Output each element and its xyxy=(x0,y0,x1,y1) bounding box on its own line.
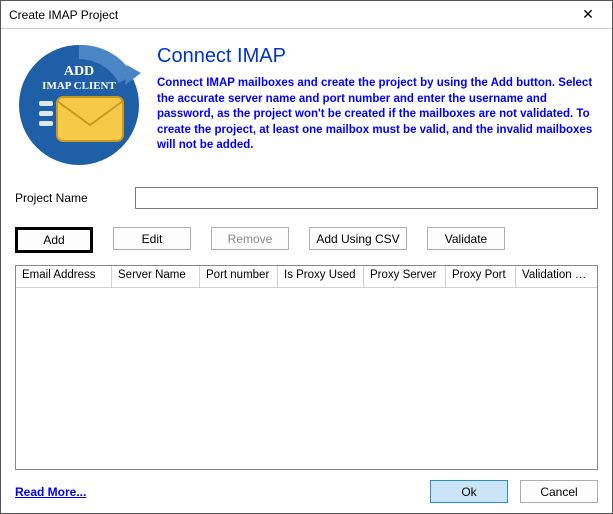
edit-button-label: Edit xyxy=(142,232,163,246)
add-button[interactable]: Add xyxy=(15,227,93,253)
close-icon: ✕ xyxy=(582,6,594,23)
window-title: Create IMAP Project xyxy=(9,8,118,22)
project-name-row: Project Name xyxy=(15,187,598,209)
action-button-row: Add Edit Remove Add Using CSV Validate xyxy=(15,227,598,253)
col-server-name[interactable]: Server Name xyxy=(112,266,200,287)
page-title: Connect IMAP xyxy=(157,45,598,68)
dialog-window: Create IMAP Project ✕ ADD IMAP CLIENT xyxy=(0,0,613,514)
validate-button-label: Validate xyxy=(445,232,487,246)
header-row: ADD IMAP CLIENT Connect IMAP Connect IMA… xyxy=(15,41,598,169)
ok-button-label: Ok xyxy=(461,485,476,499)
footer-buttons: Ok Cancel xyxy=(430,480,598,503)
col-port-number[interactable]: Port number xyxy=(200,266,278,287)
col-proxy-server[interactable]: Proxy Server xyxy=(364,266,446,287)
remove-button-label: Remove xyxy=(228,232,273,246)
header-text: Connect IMAP Connect IMAP mailboxes and … xyxy=(157,41,598,169)
add-csv-button-label: Add Using CSV xyxy=(316,232,399,246)
add-imap-client-icon: ADD IMAP CLIENT xyxy=(15,41,143,169)
col-proxy-port[interactable]: Proxy Port xyxy=(446,266,516,287)
page-description: Connect IMAP mailboxes and create the pr… xyxy=(157,76,598,154)
footer: Read More... Ok Cancel xyxy=(15,470,598,503)
mailbox-grid[interactable]: Email Address Server Name Port number Is… xyxy=(15,265,598,470)
col-is-proxy-used[interactable]: Is Proxy Used xyxy=(278,266,364,287)
read-more-link[interactable]: Read More... xyxy=(15,485,86,499)
svg-text:ADD: ADD xyxy=(64,64,94,79)
close-button[interactable]: ✕ xyxy=(568,3,608,27)
cancel-button-label: Cancel xyxy=(540,485,577,499)
titlebar: Create IMAP Project ✕ xyxy=(1,1,612,29)
col-email-address[interactable]: Email Address xyxy=(16,266,112,287)
grid-body xyxy=(16,288,597,469)
project-name-input[interactable] xyxy=(135,187,598,209)
ok-button[interactable]: Ok xyxy=(430,480,508,503)
remove-button[interactable]: Remove xyxy=(211,227,289,250)
dialog-content: ADD IMAP CLIENT Connect IMAP Connect IMA… xyxy=(1,29,612,513)
svg-text:IMAP CLIENT: IMAP CLIENT xyxy=(42,80,116,92)
edit-button[interactable]: Edit xyxy=(113,227,191,250)
add-button-label: Add xyxy=(43,233,64,247)
cancel-button[interactable]: Cancel xyxy=(520,480,598,503)
add-using-csv-button[interactable]: Add Using CSV xyxy=(309,227,407,250)
col-validation-status[interactable]: Validation Stat... xyxy=(516,266,597,287)
project-name-label: Project Name xyxy=(15,191,135,205)
grid-header-row: Email Address Server Name Port number Is… xyxy=(16,266,597,288)
logo: ADD IMAP CLIENT xyxy=(15,41,143,169)
validate-button[interactable]: Validate xyxy=(427,227,505,250)
